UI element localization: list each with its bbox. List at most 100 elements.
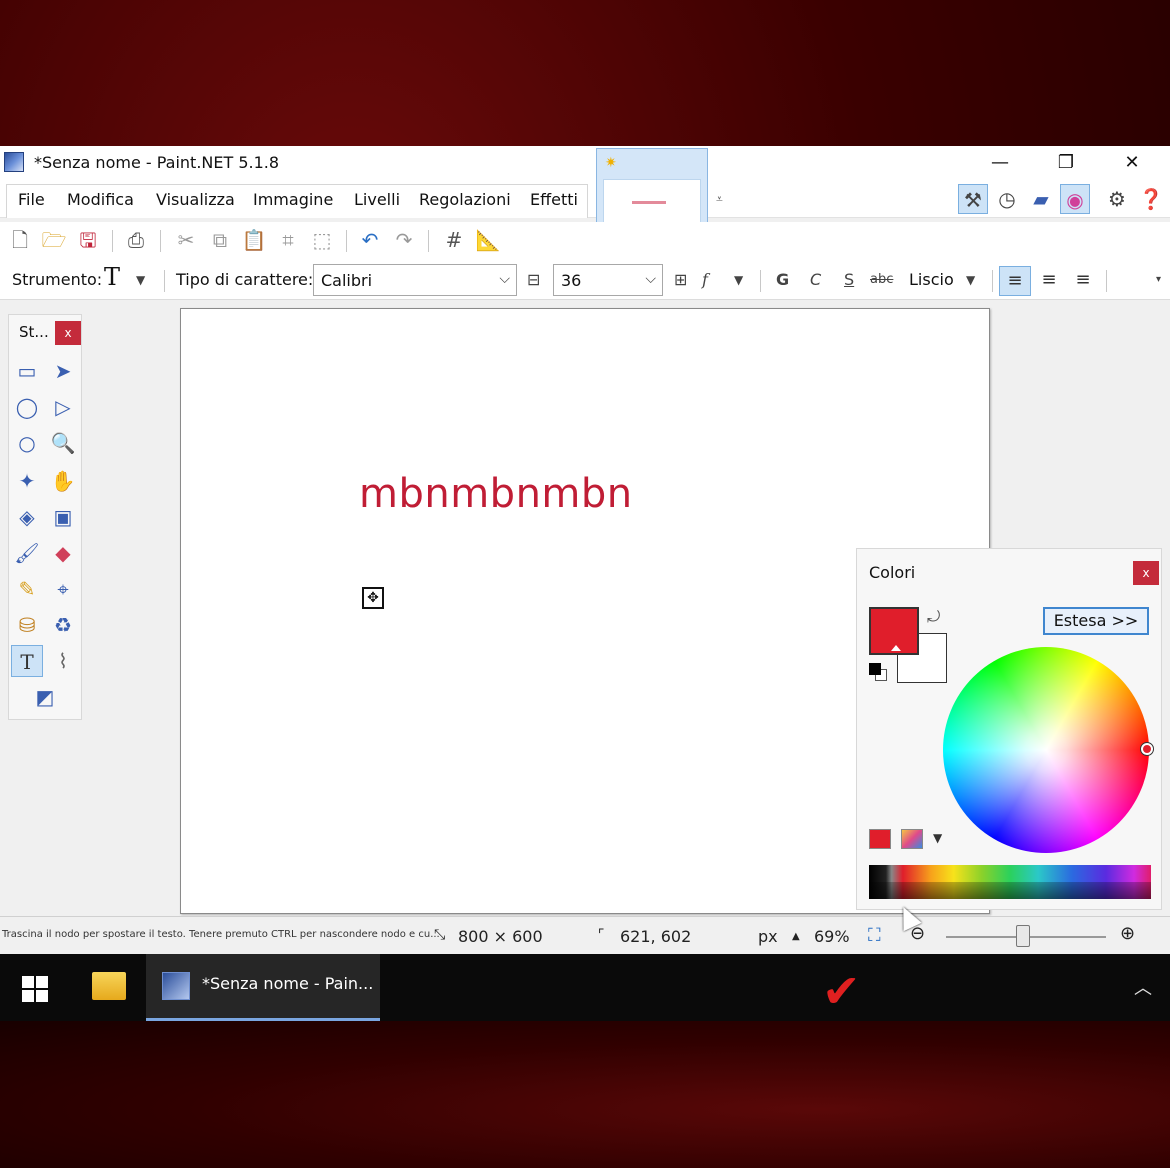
tray-expand-chevron-icon[interactable]: ︿ <box>1134 974 1152 1000</box>
print-icon[interactable]: ⎙ <box>122 226 150 254</box>
decrease-size-icon[interactable]: ⊟ <box>527 270 540 289</box>
paint-net-window: *Senza nome - Paint.NET 5.1.8 — ❐ ✕ File… <box>0 146 1170 954</box>
units-select[interactable]: px <box>758 927 778 946</box>
crop-icon[interactable]: ⌗ <box>274 226 302 254</box>
zoom-slider-handle[interactable] <box>1016 925 1030 947</box>
text-tool-icon[interactable]: T <box>11 645 43 677</box>
align-right-icon[interactable]: ≡ <box>1067 266 1099 296</box>
font-rendering-icon[interactable]: f <box>702 270 708 289</box>
line-curve-icon[interactable]: ⌇ <box>47 645 79 677</box>
add-color-palette-icon[interactable] <box>869 829 891 849</box>
settings-gear-icon[interactable]: ⚙ <box>1102 184 1132 214</box>
paint-bucket-icon[interactable]: ◈ <box>11 501 43 533</box>
history-window-icon[interactable]: ◷ <box>992 184 1022 214</box>
deselect-icon[interactable]: ⬚ <box>308 226 336 254</box>
chevron-down-icon: ⌵ <box>499 271 510 287</box>
minimize-button[interactable]: — <box>980 150 1020 176</box>
menu-livelli[interactable]: Livelli <box>354 190 400 209</box>
ellipse-select-icon[interactable]: ○ <box>11 427 43 459</box>
color-wheel[interactable] <box>943 647 1149 853</box>
menu-effetti[interactable]: Effetti <box>530 190 578 209</box>
font-size-select[interactable]: 36 ⌵ <box>553 264 663 296</box>
tabs-dropdown-icon[interactable]: ⩡ <box>716 192 723 207</box>
palette-menu-icon[interactable] <box>901 829 923 849</box>
image-size: 800 × 600 <box>458 927 543 946</box>
colors-panel-close-button[interactable]: x <box>1133 561 1159 585</box>
tool-dropdown-icon[interactable]: ▼ <box>136 273 145 287</box>
tools-panel-close-button[interactable]: x <box>55 321 81 345</box>
antialias-dropdown-icon[interactable]: ▼ <box>966 273 975 287</box>
toolbar-separator <box>992 270 993 292</box>
menu-file[interactable]: File <box>18 190 45 209</box>
layers-window-icon[interactable]: ▰ <box>1026 184 1056 214</box>
strikethrough-button[interactable]: abc <box>870 272 893 287</box>
red-checkmark-icon: ✔ <box>822 964 861 1018</box>
color-picker-icon[interactable]: ⌖ <box>47 573 79 605</box>
move-selection-icon[interactable]: ▷ <box>47 391 79 423</box>
save-icon[interactable]: 🖫 <box>74 226 102 254</box>
underline-button[interactable]: S <box>844 270 854 289</box>
pan-hand-icon[interactable]: ✋ <box>47 465 79 497</box>
grid-icon[interactable]: # <box>440 226 468 254</box>
menu-regolazioni[interactable]: Regolazioni <box>419 190 511 209</box>
color-palette-shades[interactable] <box>869 882 1151 899</box>
rendering-dropdown-icon[interactable]: ▼ <box>734 273 743 287</box>
shapes-icon[interactable]: ◩ <box>29 681 61 713</box>
file-explorer-icon[interactable] <box>92 972 126 1000</box>
overflow-chevron-icon[interactable]: ▾ <box>1156 274 1161 285</box>
tools-window-toggle-icon[interactable]: ⚒ <box>958 184 988 214</box>
copy-icon[interactable]: ⧉ <box>206 226 234 254</box>
menu-immagine[interactable]: Immagine <box>253 190 333 209</box>
zoom-icon[interactable]: 🔍 <box>47 427 79 459</box>
palette-dropdown-icon[interactable]: ▼ <box>933 831 942 845</box>
paintbrush-icon[interactable]: 🖌 <box>11 537 43 569</box>
zoom-in-icon[interactable]: ⊕ <box>1120 923 1135 944</box>
restore-button[interactable]: ❐ <box>1046 150 1086 176</box>
new-file-icon[interactable]: 🗋 <box>6 226 34 254</box>
eraser-icon[interactable]: ◆ <box>47 537 79 569</box>
text-tool-glyph-icon[interactable]: T <box>104 263 120 291</box>
open-folder-icon[interactable]: 🗁 <box>40 226 68 254</box>
italic-button[interactable]: C <box>810 270 821 289</box>
zoom-to-window-icon[interactable]: ⛶ <box>868 925 881 946</box>
bold-button[interactable]: G <box>776 270 789 289</box>
pencil-icon[interactable]: ✎ <box>11 573 43 605</box>
close-button[interactable]: ✕ <box>1112 150 1152 176</box>
windows-taskbar: *Senza nome - Pain... ✔ ︿ <box>0 954 1170 1021</box>
clone-stamp-icon[interactable]: ⛁ <box>11 609 43 641</box>
align-left-icon[interactable]: ≡ <box>999 266 1031 296</box>
text-move-handle-icon[interactable]: ✥ <box>362 587 384 609</box>
ruler-icon[interactable]: 📐 <box>474 226 502 254</box>
gradient-icon[interactable]: ▣ <box>47 501 79 533</box>
taskbar-paint-net-task[interactable]: *Senza nome - Pain... <box>146 954 380 1021</box>
menu-visualizza[interactable]: Visualizza <box>156 190 235 209</box>
align-center-icon[interactable]: ≡ <box>1033 266 1065 296</box>
expand-colors-button[interactable]: Estesa >> <box>1043 607 1149 635</box>
increase-size-icon[interactable]: ⊞ <box>674 270 687 289</box>
swap-colors-icon[interactable]: ⤾ <box>927 607 940 627</box>
antialias-select[interactable]: Liscio <box>909 270 954 289</box>
recolor-icon[interactable]: ♻ <box>47 609 79 641</box>
undo-icon[interactable]: ↶ <box>356 226 384 254</box>
windows-start-icon[interactable] <box>22 976 48 1002</box>
canvas-text[interactable]: mbnmbnmbn <box>359 471 633 517</box>
help-icon[interactable]: ❓ <box>1136 184 1166 214</box>
units-dropdown-icon[interactable]: ▲ <box>792 931 800 942</box>
zoom-level[interactable]: 69% <box>814 927 850 946</box>
cut-icon[interactable]: ✂ <box>172 226 200 254</box>
color-wheel-marker[interactable] <box>1141 743 1153 755</box>
move-selected-icon[interactable]: ➤ <box>47 355 79 387</box>
magic-wand-icon[interactable]: ✦ <box>11 465 43 497</box>
primary-color-swatch[interactable] <box>869 607 919 655</box>
redo-icon[interactable]: ↷ <box>390 226 418 254</box>
colors-window-icon[interactable]: ◉ <box>1060 184 1090 214</box>
paste-icon[interactable]: 📋 <box>240 226 268 254</box>
reset-colors-icon[interactable] <box>869 663 881 675</box>
lasso-select-icon[interactable]: ◯ <box>11 391 43 423</box>
main-toolbar: 🗋 🗁 🖫 ⎙ ✂ ⧉ 📋 ⌗ ⬚ ↶ ↷ # 📐 <box>0 222 1170 260</box>
menu-modifica[interactable]: Modifica <box>67 190 134 209</box>
toolbar-separator <box>160 230 161 252</box>
cursor-position-icon: ⌜ <box>598 927 605 943</box>
rectangle-select-icon[interactable]: ▭ <box>11 355 43 387</box>
font-family-select[interactable]: Calibri ⌵ <box>313 264 517 296</box>
